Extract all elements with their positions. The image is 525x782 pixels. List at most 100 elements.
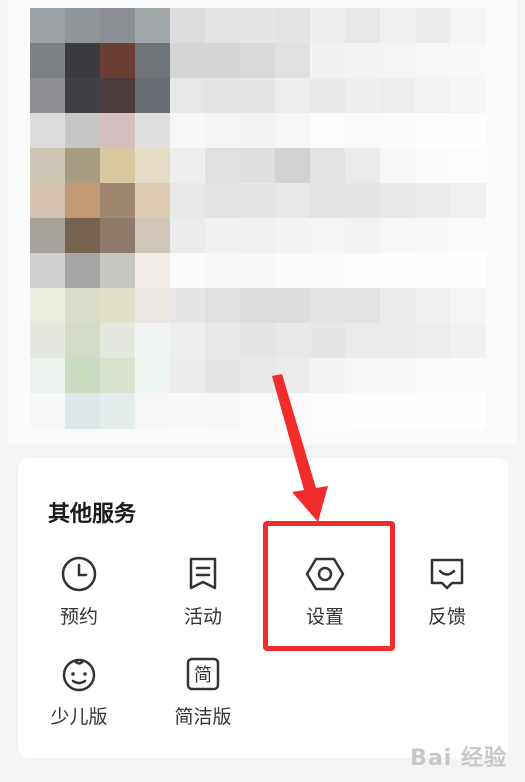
mosaic-pixel	[275, 148, 311, 184]
mosaic-pixel	[205, 113, 241, 149]
mosaic-pixel	[310, 78, 346, 114]
service-kids-mode[interactable]: 少儿版	[34, 654, 124, 729]
mosaic-pixel	[205, 8, 241, 44]
mosaic-pixel	[415, 358, 451, 394]
mosaic-pixel	[30, 8, 66, 44]
mosaic-pixel	[100, 358, 136, 394]
mosaic-pixel	[310, 323, 346, 359]
clock-icon	[61, 556, 97, 592]
service-label: 简洁版	[174, 706, 232, 728]
service-label: 预约	[59, 606, 98, 628]
service-simple-mode[interactable]: 简 简洁版	[158, 654, 248, 729]
mosaic-pixel	[345, 8, 381, 44]
mosaic-pixel	[310, 148, 346, 184]
mosaic-pixel	[135, 148, 171, 184]
mosaic-pixel	[380, 183, 416, 219]
service-label: 少儿版	[50, 706, 108, 728]
mosaic-pixel	[415, 393, 451, 429]
mosaic-pixel	[205, 253, 241, 289]
mosaic-pixel	[415, 323, 451, 359]
mosaic-pixel	[135, 218, 171, 254]
mosaic-pixel	[380, 113, 416, 149]
mosaic-pixel	[240, 218, 276, 254]
mosaic-pixel	[380, 358, 416, 394]
mosaic-pixel	[275, 43, 311, 79]
mosaic-pixel	[65, 78, 101, 114]
mosaic-pixel	[65, 393, 101, 429]
service-activities[interactable]: 活动	[158, 554, 248, 629]
mosaic-pixel	[135, 323, 171, 359]
mosaic-pixel	[310, 393, 346, 429]
service-reservation[interactable]: 预约	[34, 554, 124, 629]
mosaic-pixel	[240, 323, 276, 359]
mosaic-pixel	[30, 148, 66, 184]
message-icon	[189, 557, 217, 590]
mosaic-pixel	[450, 218, 486, 254]
service-feedback[interactable]: 反馈	[402, 554, 492, 629]
mosaic-pixel	[135, 393, 171, 429]
mosaic-pixel	[380, 43, 416, 79]
mosaic-pixel	[100, 113, 136, 149]
mosaic-pixel	[310, 358, 346, 394]
mosaic-pixel	[310, 8, 346, 44]
mosaic-pixel	[100, 218, 136, 254]
mosaic-pixel	[30, 113, 66, 149]
mosaic-pixel	[450, 393, 486, 429]
mosaic-pixel	[345, 183, 381, 219]
mosaic-pixel	[380, 323, 416, 359]
mosaic-pixel	[100, 8, 136, 44]
mosaic-pixel	[170, 78, 206, 114]
mosaic-pixel	[170, 218, 206, 254]
mosaic-pixel	[170, 393, 206, 429]
mosaic-pixel	[205, 218, 241, 254]
mosaic-pixel	[205, 183, 241, 219]
mosaic-pixel	[310, 253, 346, 289]
mosaic-pixel	[345, 253, 381, 289]
mosaic-pixel	[205, 148, 241, 184]
mosaic-pixel	[30, 183, 66, 219]
mosaic-pixel	[380, 8, 416, 44]
mosaic-pixel	[345, 148, 381, 184]
mosaic-pixel	[275, 288, 311, 324]
mosaic-pixel	[135, 8, 171, 44]
mosaic-pixel	[415, 78, 451, 114]
mosaic-pixel	[205, 358, 241, 394]
mosaic-pixel	[30, 218, 66, 254]
mosaic-pixel	[30, 288, 66, 324]
mosaic-pixel	[310, 113, 346, 149]
mosaic-pixel	[450, 358, 486, 394]
mosaic-pixel	[65, 358, 101, 394]
mosaic-pixel	[65, 148, 101, 184]
mosaic-pixel	[30, 393, 66, 429]
mosaic-pixel	[345, 358, 381, 394]
mosaic-pixel	[65, 43, 101, 79]
mosaic-pixel	[170, 183, 206, 219]
mosaic-pixel	[380, 288, 416, 324]
mosaic-pixel	[275, 113, 311, 149]
mosaic-pixel	[415, 253, 451, 289]
mosaic-pixel	[135, 43, 171, 79]
mosaic-pixel	[275, 183, 311, 219]
child-face-icon	[62, 658, 96, 692]
mosaic-pixel	[310, 288, 346, 324]
mosaic-pixel	[345, 218, 381, 254]
mosaic-pixel	[135, 358, 171, 394]
mosaic-pixel	[170, 113, 206, 149]
mosaic-pixel	[240, 393, 276, 429]
mosaic-pixel	[240, 148, 276, 184]
mosaic-pixel	[205, 43, 241, 79]
mosaic-pixel	[205, 323, 241, 359]
mosaic-pixel	[415, 288, 451, 324]
mosaic-pixel	[450, 43, 486, 79]
mosaic-pixel	[275, 8, 311, 44]
mosaic-pixel	[100, 183, 136, 219]
mosaic-pixel	[415, 113, 451, 149]
watermark: Bai 经验	[410, 746, 507, 771]
mosaic-pixel	[450, 113, 486, 149]
mosaic-pixel	[380, 218, 416, 254]
mosaic-pixel	[240, 183, 276, 219]
mosaic-pixel	[65, 253, 101, 289]
mosaic-pixel	[240, 8, 276, 44]
mosaic-pixel	[275, 218, 311, 254]
mosaic-pixel	[240, 358, 276, 394]
